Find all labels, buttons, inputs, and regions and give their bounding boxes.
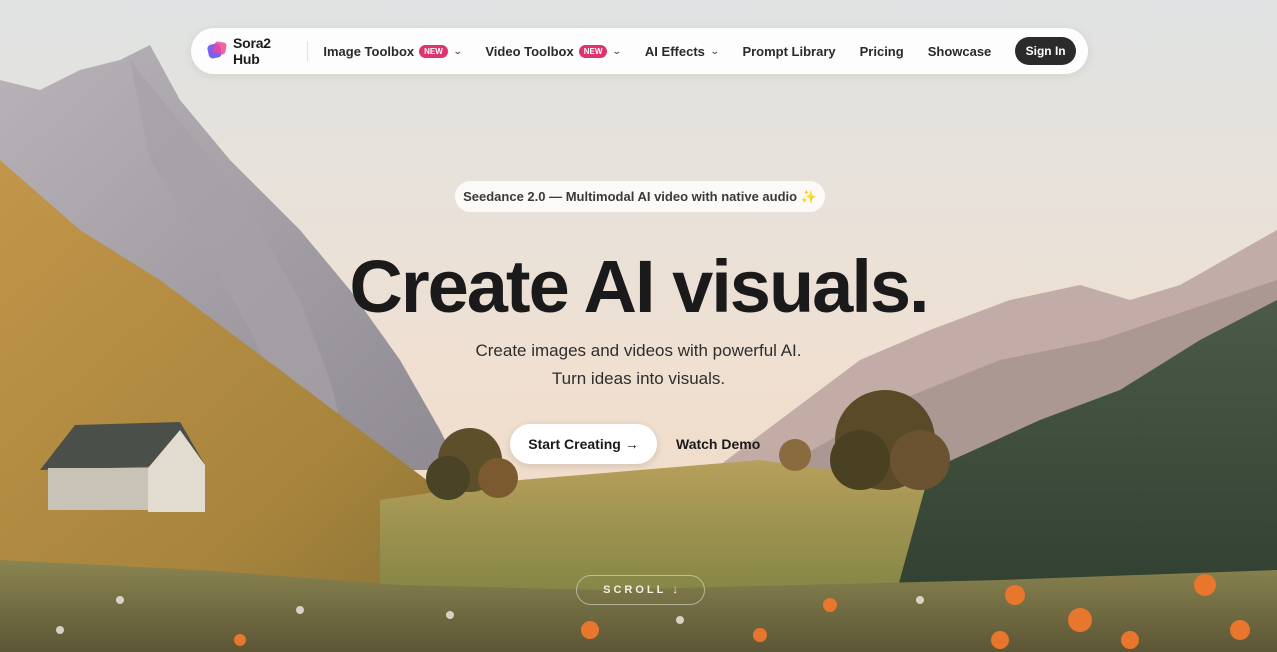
- new-badge: NEW: [419, 44, 448, 58]
- top-navbar: Sora2 Hub Image Toolbox NEW ⌄ Video Tool…: [191, 28, 1088, 74]
- scroll-label: SCROLL: [603, 584, 667, 596]
- start-creating-button[interactable]: Start Creating →: [510, 424, 657, 464]
- hero-headline: Create AI visuals.: [349, 245, 929, 328]
- nav-item-label: Video Toolbox: [485, 43, 574, 59]
- chevron-down-icon: ⌄: [612, 45, 623, 56]
- sign-in-button[interactable]: Sign In: [1015, 37, 1076, 65]
- hero-subline-1: Create images and videos with powerful A…: [475, 341, 802, 360]
- nav-item-label: Showcase: [927, 43, 992, 59]
- brand-name: Sora2 Hub: [232, 35, 271, 67]
- nav-item-showcase[interactable]: Showcase: [928, 44, 992, 59]
- nav-item-pricing[interactable]: Pricing: [860, 44, 904, 59]
- nav-item-video-toolbox[interactable]: Video Toolbox NEW ⌄: [485, 43, 623, 59]
- nav-item-image-toolbox[interactable]: Image Toolbox NEW ⌄: [323, 43, 463, 59]
- nav-menu: Image Toolbox NEW ⌄ Video Toolbox NEW ⌄ …: [323, 44, 1015, 59]
- cta-row: Start Creating → Watch Demo: [510, 424, 760, 464]
- arrow-down-icon: ↓: [672, 584, 678, 596]
- nav-item-label: Image Toolbox: [323, 43, 415, 59]
- nav-item-ai-effects[interactable]: AI Effects ⌄: [644, 43, 720, 59]
- brand[interactable]: Sora2 Hub: [206, 35, 309, 67]
- nav-item-label: AI Effects: [644, 43, 705, 59]
- nav-item-label: Pricing: [859, 43, 904, 59]
- brand-logo-icon: [206, 41, 227, 60]
- announcement-pill[interactable]: Seedance 2.0 — Multimodal AI video with …: [455, 181, 825, 212]
- nav-item-label: Prompt Library: [742, 43, 836, 59]
- watch-demo-link[interactable]: Watch Demo: [676, 436, 760, 452]
- hero-subheadline: Create images and videos with powerful A…: [0, 337, 1277, 393]
- nav-item-prompt-library[interactable]: Prompt Library: [742, 44, 835, 59]
- new-badge: NEW: [578, 44, 608, 58]
- chevron-down-icon: ⌄: [709, 45, 720, 56]
- chevron-down-icon: ⌄: [452, 45, 463, 56]
- scroll-indicator[interactable]: SCROLL ↓: [576, 575, 705, 605]
- hero-subline-2: Turn ideas into visuals.: [551, 369, 726, 388]
